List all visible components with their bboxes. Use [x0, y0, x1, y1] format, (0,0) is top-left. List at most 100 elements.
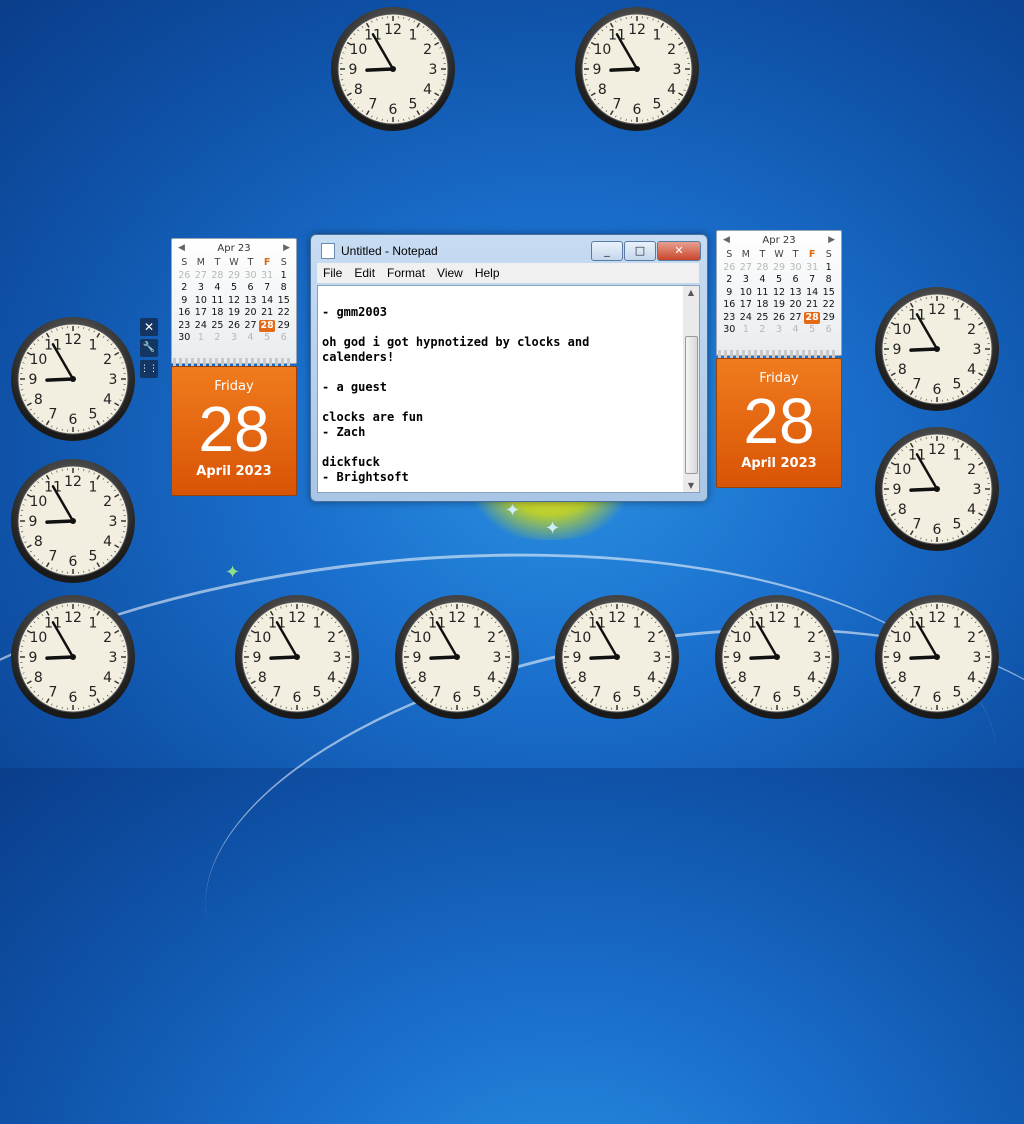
calendar-day-cell[interactable]: 7: [804, 274, 821, 287]
calendar-day-cell[interactable]: 11: [754, 287, 771, 300]
calendar-day-cell[interactable]: 3: [226, 332, 243, 345]
calendar-day-cell[interactable]: 10: [738, 287, 755, 300]
scroll-thumb[interactable]: [685, 336, 698, 474]
calendar-day-cell[interactable]: 31: [804, 262, 821, 275]
calendar-day-cell[interactable]: 28: [804, 312, 821, 325]
calendar-day-cell[interactable]: 18: [209, 307, 226, 320]
calendar-day-cell[interactable]: 27: [193, 270, 210, 283]
calendar-day-cell[interactable]: 2: [209, 332, 226, 345]
calendar-day-cell[interactable]: 14: [259, 295, 276, 308]
clock-gadget[interactable]: 121234567891011: [330, 6, 456, 132]
calendar-day-cell[interactable]: 24: [193, 320, 210, 333]
calendar-day-cell[interactable]: 2: [176, 282, 193, 295]
calendar-day-cell[interactable]: 18: [754, 299, 771, 312]
text-editor[interactable]: - gmm2003 oh god i got hypnotized by clo…: [317, 285, 685, 493]
clock-gadget[interactable]: 121234567891011: [10, 458, 136, 584]
calendar-day-cell[interactable]: 4: [209, 282, 226, 295]
calendar-day-cell[interactable]: 29: [275, 320, 292, 333]
calendar-day-cell[interactable]: 13: [242, 295, 259, 308]
title-bar[interactable]: Untitled - Notepad _ □ ✕: [311, 235, 707, 265]
calendar-day-cell[interactable]: 6: [787, 274, 804, 287]
calendar-day-cell[interactable]: 2: [754, 324, 771, 337]
calendar-day-cell[interactable]: 26: [226, 320, 243, 333]
calendar-day-cell[interactable]: 30: [242, 270, 259, 283]
calendar-day-cell[interactable]: 1: [820, 262, 837, 275]
calendar-day-cell[interactable]: 29: [771, 262, 788, 275]
calendar-day-cell[interactable]: 1: [738, 324, 755, 337]
calendar-day-cell[interactable]: 2: [721, 274, 738, 287]
calendar-day-cell[interactable]: 21: [259, 307, 276, 320]
calendar-day-cell[interactable]: 4: [242, 332, 259, 345]
clock-gadget[interactable]: 121234567891011: [234, 594, 360, 720]
calendar-day-cell[interactable]: 15: [820, 287, 837, 300]
minimize-button[interactable]: _: [591, 241, 623, 261]
menu-format[interactable]: Format: [381, 266, 431, 280]
calendar-day-cell[interactable]: 11: [209, 295, 226, 308]
calendar-day-cell[interactable]: 26: [721, 262, 738, 275]
vertical-scrollbar[interactable]: ▲ ▼: [683, 285, 700, 493]
calendar-day-cell[interactable]: 27: [787, 312, 804, 325]
next-month-icon[interactable]: ▶: [283, 243, 290, 253]
clock-gadget[interactable]: 121234567891011: [394, 594, 520, 720]
menu-file[interactable]: File: [317, 266, 348, 280]
clock-gadget[interactable]: 121234567891011: [10, 594, 136, 720]
clock-gadget[interactable]: 121234567891011: [714, 594, 840, 720]
scroll-down-icon[interactable]: ▼: [683, 481, 699, 490]
calendar-day-cell[interactable]: 16: [721, 299, 738, 312]
calendar-day-cell[interactable]: 15: [275, 295, 292, 308]
clock-gadget[interactable]: 121234567891011: [574, 6, 700, 132]
calendar-day-cell[interactable]: 9: [176, 295, 193, 308]
calendar-day-cell[interactable]: 26: [771, 312, 788, 325]
calendar-day-cell[interactable]: 30: [721, 324, 738, 337]
calendar-day-cell[interactable]: 26: [176, 270, 193, 283]
calendar-day-cell[interactable]: 6: [275, 332, 292, 345]
calendar-day-cell[interactable]: 27: [738, 262, 755, 275]
calendar-day-cell[interactable]: 12: [771, 287, 788, 300]
calendar-day-cell[interactable]: 4: [787, 324, 804, 337]
wrench-icon[interactable]: 🔧: [140, 339, 158, 357]
calendar-day-cell[interactable]: 19: [771, 299, 788, 312]
calendar-day-cell[interactable]: 20: [242, 307, 259, 320]
calendar-day-cell[interactable]: 6: [242, 282, 259, 295]
calendar-day-cell[interactable]: 7: [259, 282, 276, 295]
calendar-day-cell[interactable]: 22: [820, 299, 837, 312]
calendar-day-cell[interactable]: 23: [721, 312, 738, 325]
close-icon[interactable]: ✕: [140, 318, 158, 336]
notepad-window[interactable]: Untitled - Notepad _ □ ✕ File Edit Forma…: [310, 234, 708, 502]
calendar-day-cell[interactable]: 30: [176, 332, 193, 345]
clock-gadget[interactable]: 121234567891011: [874, 426, 1000, 552]
drag-handle-icon[interactable]: ⋮⋮: [140, 360, 158, 378]
calendar-day-cell[interactable]: 29: [226, 270, 243, 283]
calendar-day-cell[interactable]: 16: [176, 307, 193, 320]
maximize-button[interactable]: □: [624, 241, 656, 261]
prev-month-icon[interactable]: ◀: [723, 235, 730, 245]
calendar-day-cell[interactable]: 1: [193, 332, 210, 345]
menu-help[interactable]: Help: [469, 266, 506, 280]
calendar-day-cell[interactable]: 30: [787, 262, 804, 275]
calendar-day-cell[interactable]: 4: [754, 274, 771, 287]
clock-gadget[interactable]: 121234567891011: [874, 594, 1000, 720]
calendar-day-cell[interactable]: 19: [226, 307, 243, 320]
calendar-day-cell[interactable]: 5: [259, 332, 276, 345]
clock-gadget[interactable]: 121234567891011: [874, 286, 1000, 412]
calendar-day-cell[interactable]: 14: [804, 287, 821, 300]
prev-month-icon[interactable]: ◀: [178, 243, 185, 253]
calendar-day-cell[interactable]: 12: [226, 295, 243, 308]
calendar-day-cell[interactable]: 28: [209, 270, 226, 283]
calendar-day-cell[interactable]: 17: [738, 299, 755, 312]
calendar-day-cell[interactable]: 9: [721, 287, 738, 300]
scroll-up-icon[interactable]: ▲: [683, 288, 699, 297]
calendar-day-cell[interactable]: 31: [259, 270, 276, 283]
calendar-day-cell[interactable]: 8: [820, 274, 837, 287]
calendar-day-cell[interactable]: 8: [275, 282, 292, 295]
calendar-day-cell[interactable]: 22: [275, 307, 292, 320]
calendar-day-cell[interactable]: 23: [176, 320, 193, 333]
calendar-day-cell[interactable]: 13: [787, 287, 804, 300]
clock-gadget[interactable]: 121234567891011: [10, 316, 136, 442]
calendar-day-cell[interactable]: 6: [820, 324, 837, 337]
calendar-day-cell[interactable]: 24: [738, 312, 755, 325]
calendar-day-cell[interactable]: 3: [738, 274, 755, 287]
calendar-day-cell[interactable]: 3: [771, 324, 788, 337]
calendar-day-cell[interactable]: 25: [754, 312, 771, 325]
close-button[interactable]: ✕: [657, 241, 701, 261]
